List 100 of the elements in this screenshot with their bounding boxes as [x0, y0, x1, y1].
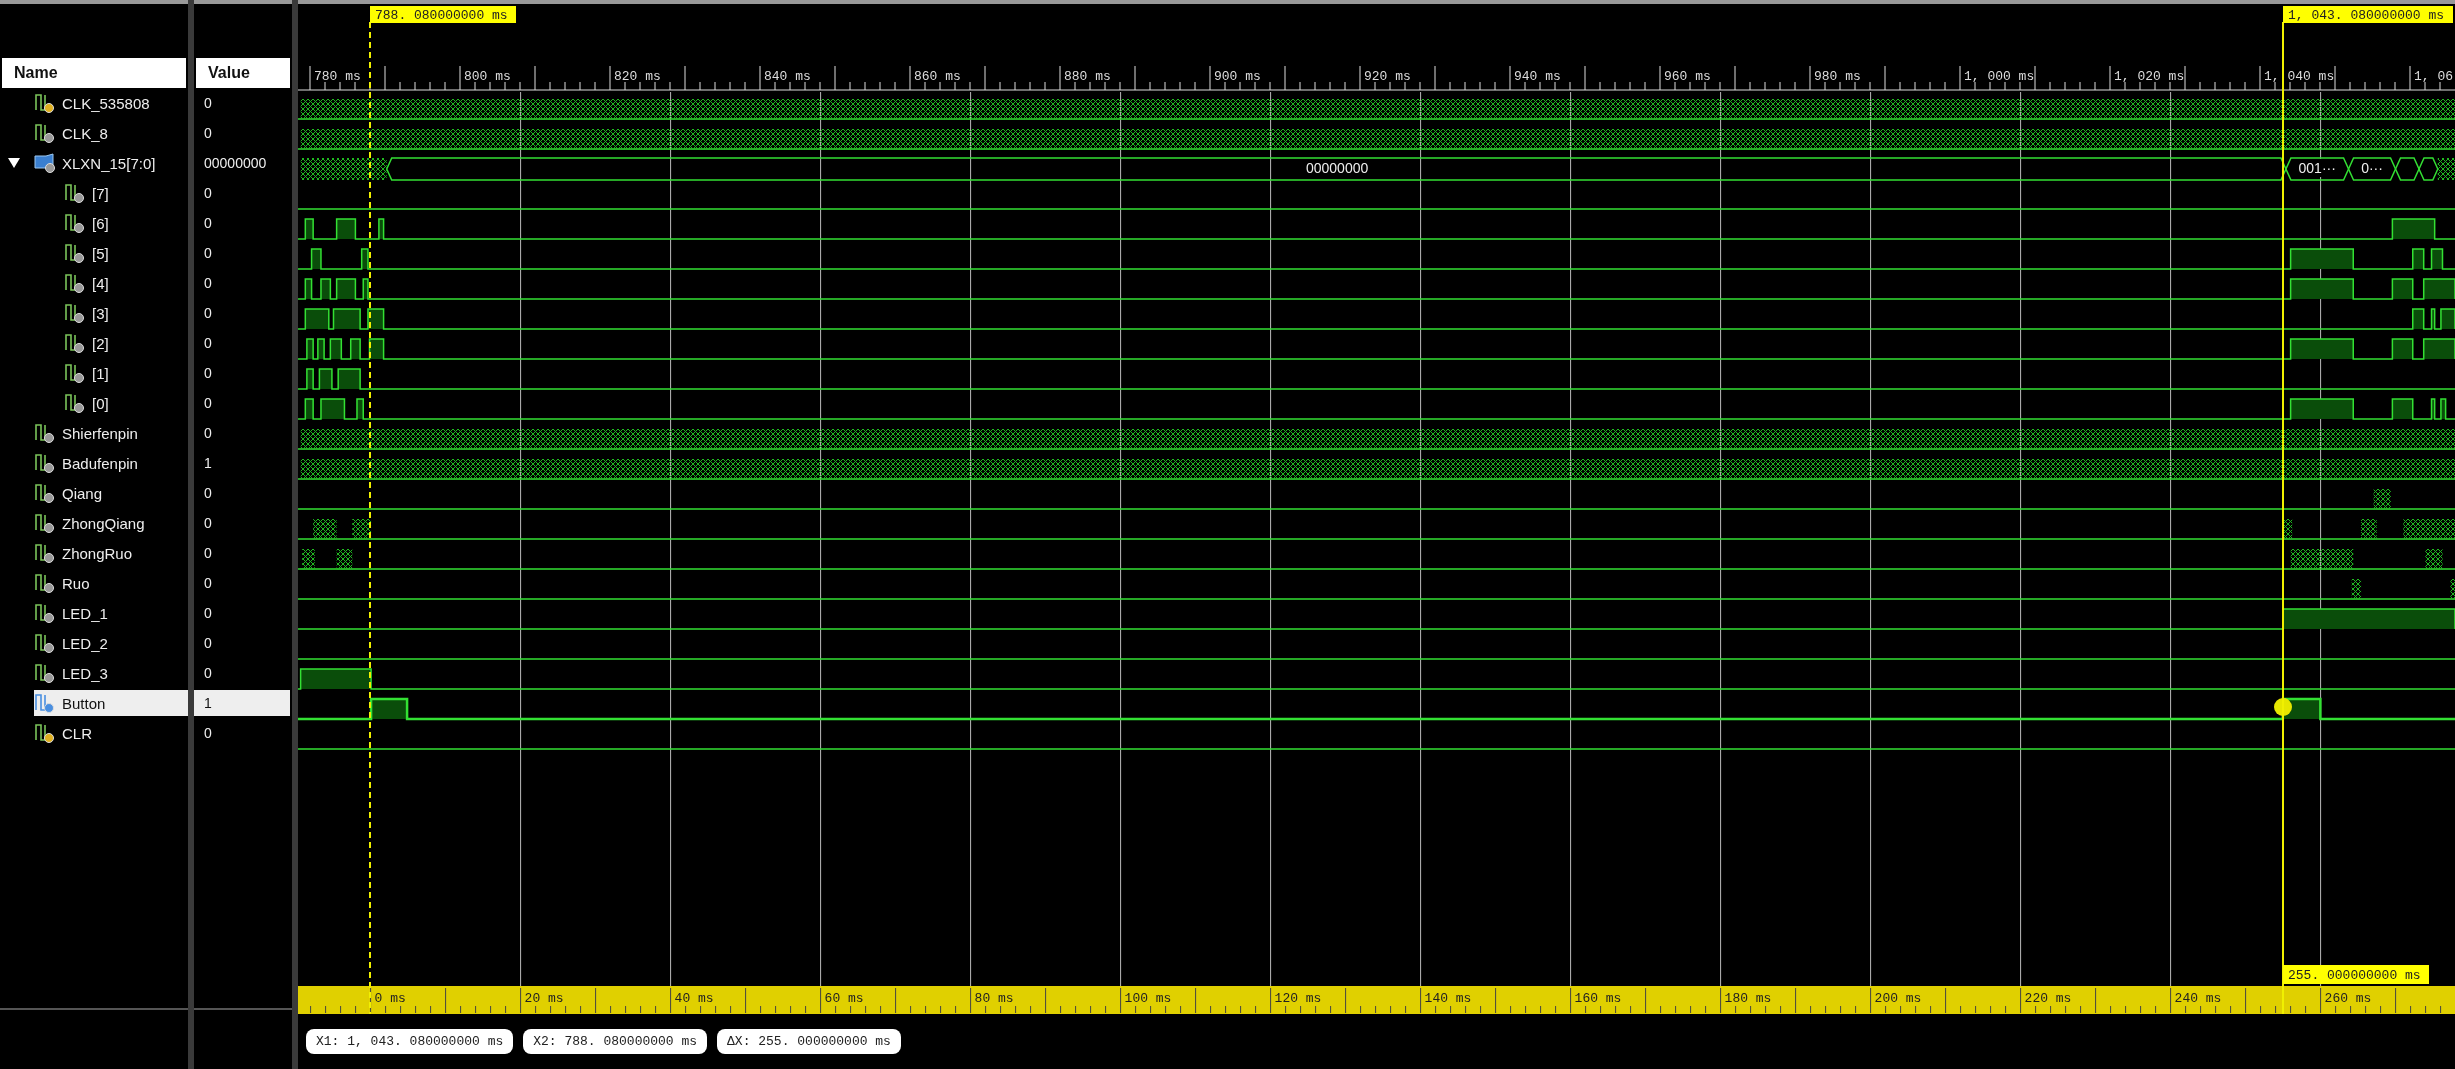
- signal-icon: [34, 573, 56, 593]
- signal-name[interactable]: CLK_535808: [34, 90, 188, 116]
- cursor-label: 788. 080000000 ms: [370, 6, 516, 23]
- signal-name[interactable]: LED_3: [34, 660, 188, 686]
- signal-icon: [34, 453, 56, 473]
- signal-value: 0: [203, 544, 213, 563]
- cursor-line[interactable]: [369, 21, 371, 1014]
- signal-icon: [34, 663, 56, 683]
- signal-name[interactable]: LED_1: [34, 600, 188, 626]
- ruler-label: 220 ms: [2024, 991, 2072, 1006]
- bus-value: 0···: [2361, 160, 2383, 176]
- signal-name[interactable]: [7]: [64, 180, 188, 206]
- signal-value: 0: [203, 634, 213, 653]
- signal-value: 0: [203, 724, 213, 743]
- signal-value: 1: [203, 454, 213, 473]
- signal-icon: [34, 513, 56, 533]
- signal-name[interactable]: LED_2: [34, 630, 188, 656]
- ruler-label: 180 ms: [1724, 991, 1772, 1006]
- signal-name[interactable]: Shierfenpin: [34, 420, 188, 446]
- signal-value: 0: [203, 394, 213, 413]
- ruler-label: 920 ms: [1364, 69, 1411, 84]
- ruler-label: 160 ms: [1574, 991, 1622, 1006]
- ruler-label: 20 ms: [524, 991, 564, 1006]
- signal-icon: [34, 543, 56, 563]
- signal-name[interactable]: Ruo: [34, 570, 188, 596]
- ruler-label: 940 ms: [1514, 69, 1561, 84]
- signal-name[interactable]: [0]: [64, 390, 188, 416]
- cursor-readout: X2: 788. 080000000 ms: [523, 1029, 708, 1054]
- ruler-label: 80 ms: [974, 991, 1014, 1006]
- signal-name[interactable]: ZhongQiang: [34, 510, 188, 536]
- signal-value: 0: [203, 94, 213, 113]
- input-signal-icon: [34, 93, 56, 113]
- ruler-label: 200 ms: [1874, 991, 1922, 1006]
- cursor-label: 1, 043. 080000000 ms: [2283, 6, 2453, 23]
- ruler-label: 1, 040 ms: [2264, 69, 2335, 84]
- signal-name[interactable]: [5]: [64, 240, 188, 266]
- signal-name[interactable]: [4]: [64, 270, 188, 296]
- ruler-label: 100 ms: [1124, 991, 1172, 1006]
- signal-value: 0: [203, 574, 213, 593]
- ruler-label: 40 ms: [674, 991, 714, 1006]
- expand-icon[interactable]: [8, 158, 20, 168]
- signal-icon: [64, 393, 86, 413]
- signal-value: 0: [203, 244, 213, 263]
- signal-value: 1: [194, 690, 290, 716]
- signal-name[interactable]: CLR: [34, 720, 188, 746]
- ruler-label: 980 ms: [1814, 69, 1861, 84]
- bus-value: 001···: [2298, 160, 2336, 176]
- signal-icon: [34, 693, 56, 713]
- signal-icon: [34, 123, 56, 143]
- ruler-label: 820 ms: [614, 69, 661, 84]
- signal-name[interactable]: ZhongRuo: [34, 540, 188, 566]
- column-header[interactable]: Value: [196, 58, 290, 88]
- ruler-label: 960 ms: [1664, 69, 1711, 84]
- signal-name[interactable]: [6]: [64, 210, 188, 236]
- signal-value: 0: [203, 424, 213, 443]
- signal-value: 0: [203, 124, 213, 143]
- ruler-label: 0 ms: [374, 991, 406, 1006]
- ruler-label: 1, 020 ms: [2114, 69, 2185, 84]
- signal-name[interactable]: Button: [34, 690, 188, 716]
- cursor-handle[interactable]: [2274, 698, 2292, 716]
- signal-name[interactable]: Qiang: [34, 480, 188, 506]
- column-header[interactable]: Name: [2, 58, 186, 88]
- ruler-label: 780 ms: [314, 69, 361, 84]
- signal-value: 0: [203, 604, 213, 623]
- signal-icon: [64, 273, 86, 293]
- signal-value: 00000000: [203, 154, 268, 173]
- cursor-readout: ΔX: 255. 000000000 ms: [717, 1029, 901, 1054]
- signal-name[interactable]: [1]: [64, 360, 188, 386]
- ruler-label: 800 ms: [464, 69, 511, 84]
- signal-value: 0: [203, 514, 213, 533]
- ruler-label: 60 ms: [824, 991, 864, 1006]
- ruler-label: 1, 06: [2414, 69, 2453, 84]
- ruler-label: 140 ms: [1424, 991, 1472, 1006]
- bus-icon: [34, 153, 56, 173]
- signal-icon: [34, 423, 56, 443]
- signal-value: 0: [203, 304, 213, 323]
- signal-name[interactable]: [2]: [64, 330, 188, 356]
- signal-value: 0: [203, 664, 213, 683]
- signal-icon: [64, 363, 86, 383]
- ruler-label: 260 ms: [2324, 991, 2372, 1006]
- signal-value: 0: [203, 274, 213, 293]
- signal-value: 0: [203, 484, 213, 503]
- ruler-label: 120 ms: [1274, 991, 1322, 1006]
- signal-value: 0: [203, 184, 213, 203]
- signal-name[interactable]: XLXN_15[7:0]: [34, 150, 188, 176]
- signal-icon: [64, 213, 86, 233]
- signal-name[interactable]: [3]: [64, 300, 188, 326]
- signal-name[interactable]: CLK_8: [34, 120, 188, 146]
- ruler-label: 900 ms: [1214, 69, 1261, 84]
- input-signal-icon: [34, 723, 56, 743]
- signal-icon: [34, 633, 56, 653]
- bus-value: 00000000: [1305, 160, 1369, 176]
- ruler-label: 1, 000 ms: [1964, 69, 2035, 84]
- ruler-label: 840 ms: [764, 69, 811, 84]
- ruler-label: 240 ms: [2174, 991, 2222, 1006]
- signal-icon: [34, 483, 56, 503]
- cursor-readout: X1: 1, 043. 080000000 ms: [306, 1029, 514, 1054]
- delta-label: 255. 000000000 ms: [2283, 965, 2429, 984]
- signal-icon: [64, 333, 86, 353]
- signal-name[interactable]: Badufenpin: [34, 450, 188, 476]
